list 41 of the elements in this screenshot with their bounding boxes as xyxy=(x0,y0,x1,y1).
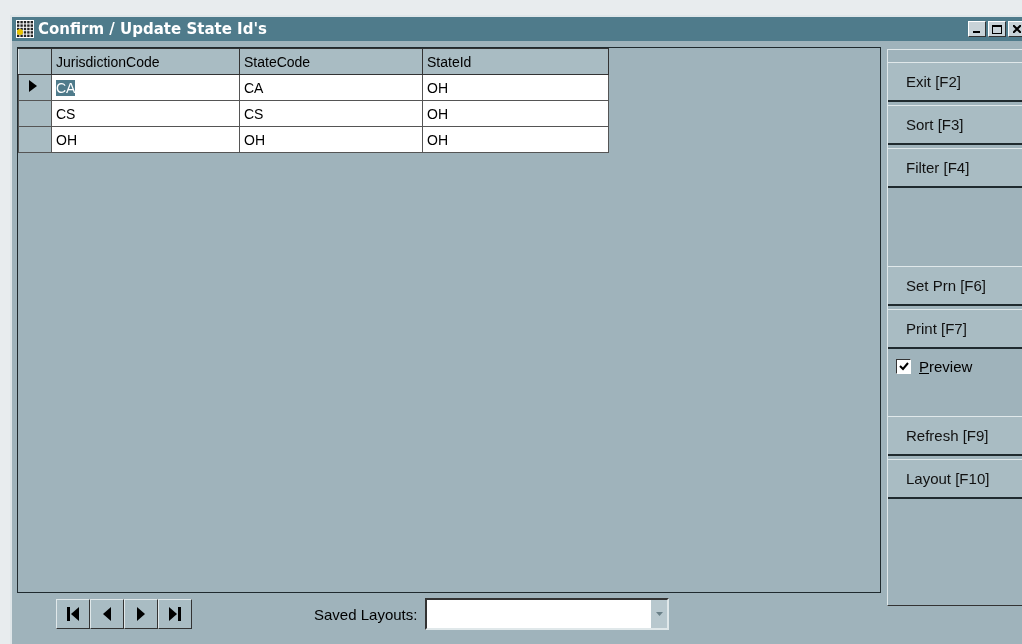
side-button[interactable]: Filter [F4] xyxy=(888,148,1022,188)
side-button[interactable]: Set Prn [F6] xyxy=(888,266,1022,306)
checkbox-label[interactable]: Preview xyxy=(919,357,973,375)
close-button[interactable] xyxy=(1008,21,1022,37)
side-button[interactable]: Exit [F2] xyxy=(888,62,1022,102)
next-record-button[interactable] xyxy=(124,599,158,629)
table-cell[interactable]: OH xyxy=(239,126,423,153)
dropdown-arrow-icon xyxy=(655,612,663,616)
first-icon xyxy=(66,606,80,622)
side-button[interactable]: Sort [F3] xyxy=(888,105,1022,145)
table-cell[interactable]: CS xyxy=(239,100,423,127)
previous-record-button[interactable] xyxy=(90,599,124,629)
row-selector[interactable] xyxy=(18,74,52,101)
previous-icon xyxy=(102,606,112,622)
maximize-button[interactable] xyxy=(988,21,1006,37)
saved-layouts-dropdown[interactable] xyxy=(425,598,670,630)
column-header[interactable]: JurisdictionCode xyxy=(51,48,240,75)
first-record-button[interactable] xyxy=(56,599,90,629)
minimize-button[interactable] xyxy=(968,21,986,37)
preview-checkbox[interactable] xyxy=(896,358,911,374)
close-icon xyxy=(1013,25,1021,33)
maximize-icon xyxy=(992,24,1002,34)
last-record-button[interactable] xyxy=(158,599,192,629)
window-title: Confirm / Update State Id's xyxy=(38,20,268,38)
table-cell[interactable]: OH xyxy=(422,100,609,127)
grid-icon xyxy=(16,20,34,38)
column-header[interactable]: StateId xyxy=(422,48,609,75)
table-cell[interactable]: CS xyxy=(51,100,240,127)
next-icon xyxy=(136,606,146,622)
table-cell[interactable]: CA xyxy=(239,74,423,101)
column-header[interactable]: StateCode xyxy=(239,48,423,75)
saved-layouts-label: Saved Layouts: xyxy=(314,605,418,623)
table-cell[interactable]: OH xyxy=(422,126,609,153)
table-cell[interactable]: OH xyxy=(51,126,240,153)
side-button[interactable]: Print [F7] xyxy=(888,309,1022,349)
side-button[interactable]: Refresh [F9] xyxy=(888,416,1022,456)
current-row-icon xyxy=(29,79,39,93)
table-cell[interactable]: OH xyxy=(422,74,609,101)
table-cell[interactable]: CA xyxy=(51,74,240,101)
last-icon xyxy=(168,606,182,622)
side-button[interactable]: Layout [F10] xyxy=(888,459,1022,499)
